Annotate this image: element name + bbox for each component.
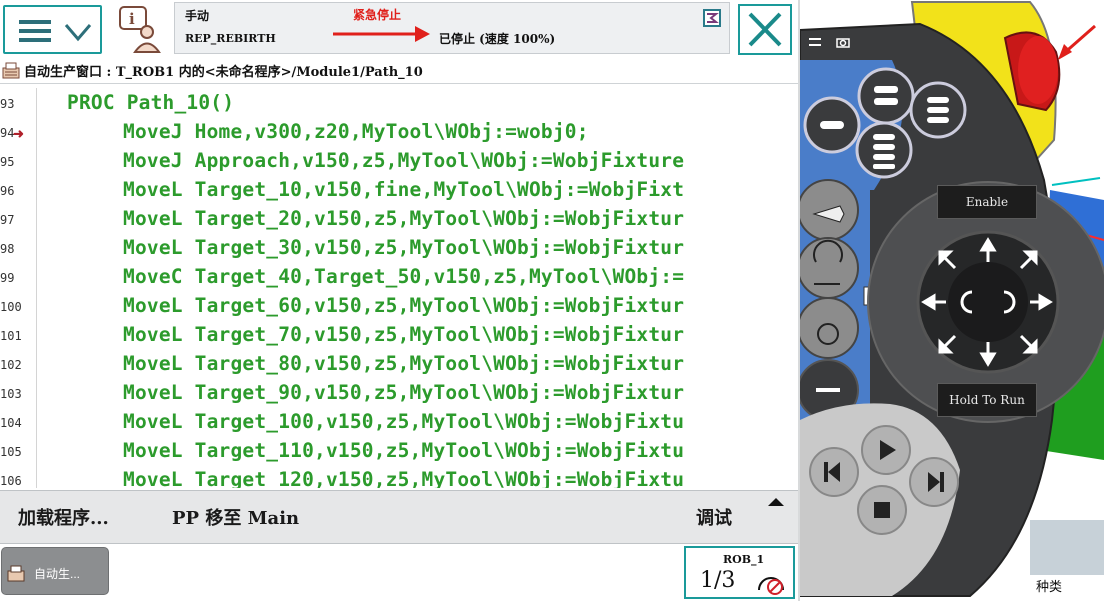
line-number: 101 bbox=[0, 329, 22, 343]
code-statement: MoveL Target_110,v150,z5,MyTool\WObj:=Wo… bbox=[123, 439, 685, 462]
code-line[interactable]: 100 MoveL Target_60,v150,z5,MyTool\WObj:=… bbox=[0, 291, 798, 320]
breadcrumb: 自动生产窗口 : T_ROB1 内的<未命名程序>/Module1/Path_1… bbox=[0, 58, 798, 84]
code-statement: MoveL Target_80,v150,z5,MyTool\WObj:=Wob… bbox=[123, 352, 685, 375]
code-statement: MoveL Target_70,v150,z5,MyTool\WObj:=Wob… bbox=[123, 323, 685, 346]
line-number: 93 bbox=[0, 97, 15, 111]
svg-text:i: i bbox=[129, 10, 135, 28]
minimize-window-icon[interactable] bbox=[836, 8, 852, 24]
breadcrumb-path: 自动生产窗口 : T_ROB1 内的<未命名程序>/Module1/Path_1… bbox=[24, 65, 423, 80]
close-icon bbox=[748, 12, 782, 47]
flexpendant-screen: i 手动 REP_REBIRTH 紧急停止 已停止 (速度 100%) 自动生产… bbox=[0, 0, 798, 601]
code-statement: MoveC Target_40,Target_50,v150,z5,MyTool… bbox=[123, 265, 685, 288]
virtual-flexpendant: Enable Hold To Run 种类 bbox=[800, 0, 1104, 601]
toggle-increment-button[interactable] bbox=[800, 297, 859, 359]
line-number: 100 bbox=[0, 300, 22, 314]
quickset-button[interactable]: ROB_1 1/3 bbox=[684, 546, 795, 599]
code-statement: MoveL Target_10,v150,fine,MyTool\WObj:=W… bbox=[123, 178, 685, 201]
production-window-icon bbox=[7, 565, 25, 582]
line-number: 105 bbox=[0, 445, 22, 459]
status-bar[interactable]: 手动 REP_REBIRTH 紧急停止 已停止 (速度 100%) bbox=[174, 2, 730, 54]
code-line[interactable]: 96 MoveL Target_10,v150,fine,MyTool\WObj:… bbox=[0, 175, 798, 204]
close-button[interactable] bbox=[738, 4, 792, 55]
background-category-label: 种类 bbox=[1036, 579, 1063, 594]
program-editor[interactable]: 93 PROC Path_10() 94 ➜ MoveJ Home,v300,z20,M… bbox=[0, 88, 798, 488]
line-number: 99 bbox=[0, 271, 15, 285]
line-number: 98 bbox=[0, 242, 15, 256]
code-statement: MoveL Target_120,v150,z5,MyTool\WObj:=Wo… bbox=[123, 468, 685, 488]
system-name-label: REP_REBIRTH bbox=[185, 32, 276, 45]
code-statement: MoveJ Home,v300,z20,MyTool\WObj:=wobj0; bbox=[123, 120, 589, 143]
code-line[interactable]: 97 MoveL Target_20,v150,z5,MyTool\WObj:=W… bbox=[0, 204, 798, 233]
speed-override-icon bbox=[758, 577, 784, 595]
hold-to-run-button[interactable]: Hold To Run bbox=[937, 383, 1037, 417]
mechanical-unit-label: ROB_1 bbox=[723, 553, 765, 566]
enable-device-button[interactable]: Enable bbox=[937, 185, 1037, 219]
code-statement: MoveJ Approach,v150,z5,MyTool\WObj:=Wobj… bbox=[123, 149, 685, 172]
program-pointer-icon: ➜ bbox=[13, 126, 24, 141]
line-number: 102 bbox=[0, 358, 22, 372]
red-arrow-icon bbox=[333, 26, 430, 42]
line-number: 103 bbox=[0, 387, 22, 401]
code-line[interactable]: 105 MoveL Target_110,v150,z5,MyTool\WObj:… bbox=[0, 436, 798, 465]
operating-mode-label: 手动 bbox=[185, 9, 210, 23]
code-line[interactable]: 102 MoveL Target_80,v150,z5,MyTool\WObj:=… bbox=[0, 349, 798, 378]
controller-state-label: 已停止 (速度 100%) bbox=[439, 32, 556, 46]
load-program-button[interactable]: 加载程序... bbox=[18, 504, 109, 530]
taskbar: 自动生... ROB_1 1/3 bbox=[0, 545, 798, 601]
swap-hand-icon[interactable] bbox=[808, 36, 822, 48]
close-window-icon[interactable] bbox=[864, 8, 880, 24]
production-window-icon bbox=[2, 62, 20, 79]
line-number: 106 bbox=[0, 474, 22, 488]
line-number: 104 bbox=[0, 416, 22, 430]
select-mechanical-unit-button[interactable] bbox=[800, 179, 859, 241]
code-line[interactable]: 94 ➜ MoveJ Home,v300,z20,MyTool\WObj:=wobj… bbox=[0, 117, 798, 146]
code-statement: PROC Path_10() bbox=[67, 91, 235, 114]
code-line[interactable]: 93 PROC Path_10() bbox=[0, 88, 798, 117]
code-line[interactable]: 98 MoveL Target_30,v150,z5,MyTool\WObj:=W… bbox=[0, 233, 798, 262]
abb-menu-button[interactable] bbox=[3, 5, 102, 54]
restore-window-icon[interactable] bbox=[809, 8, 825, 24]
code-line[interactable]: 106 MoveL Target_120,v150,z5,MyTool\WObj:… bbox=[0, 465, 798, 488]
line-number: 96 bbox=[0, 184, 15, 198]
pp-to-main-button[interactable]: PP 移至 Main bbox=[172, 504, 299, 530]
action-bar: 加载程序... PP 移至 Main 调试 bbox=[0, 490, 798, 544]
line-number: 97 bbox=[0, 213, 15, 227]
code-line[interactable]: 95 MoveJ Approach,v150,z5,MyTool\WObj:=Wo… bbox=[0, 146, 798, 175]
hamburger-icon bbox=[19, 20, 51, 42]
debug-button[interactable]: 调试 bbox=[696, 504, 732, 530]
code-statement: MoveL Target_100,v150,z5,MyTool\WObj:=Wo… bbox=[123, 410, 685, 433]
code-statement: MoveL Target_60,v150,z5,MyTool\WObj:=Wob… bbox=[123, 294, 685, 317]
pendant-body bbox=[800, 0, 1104, 601]
emergency-stop-annotation: 紧急停止 bbox=[353, 8, 402, 22]
status-indicator-icon bbox=[703, 9, 721, 27]
toggle-motion-mode-button[interactable] bbox=[800, 237, 859, 299]
event-log-icon[interactable]: i bbox=[114, 5, 168, 55]
code-line[interactable]: 104 MoveL Target_100,v150,z5,MyTool\WObj:… bbox=[0, 407, 798, 436]
taskbar-tab-production-window[interactable]: 自动生... bbox=[1, 547, 109, 595]
line-number: 95 bbox=[0, 155, 15, 169]
screenshot-icon[interactable] bbox=[836, 36, 850, 48]
code-statement: MoveL Target_20,v150,z5,MyTool\WObj:=Wob… bbox=[123, 207, 685, 230]
code-statement: MoveL Target_90,v150,z5,MyTool\WObj:=Wob… bbox=[123, 381, 685, 404]
taskbar-tab-label: 自动生... bbox=[34, 567, 81, 581]
task-fraction-label: 1/3 bbox=[700, 568, 736, 593]
code-line[interactable]: 99 MoveC Target_40,Target_50,v150,z5,MyTo… bbox=[0, 262, 798, 291]
code-line[interactable]: 103 MoveL Target_90,v150,z5,MyTool\WObj:=… bbox=[0, 378, 798, 407]
code-statement: MoveL Target_30,v150,z5,MyTool\WObj:=Wob… bbox=[123, 236, 685, 259]
chevron-down-icon bbox=[64, 24, 92, 42]
code-line[interactable]: 101 MoveL Target_70,v150,z5,MyTool\WObj:=… bbox=[0, 320, 798, 349]
expand-up-icon[interactable] bbox=[768, 498, 784, 506]
